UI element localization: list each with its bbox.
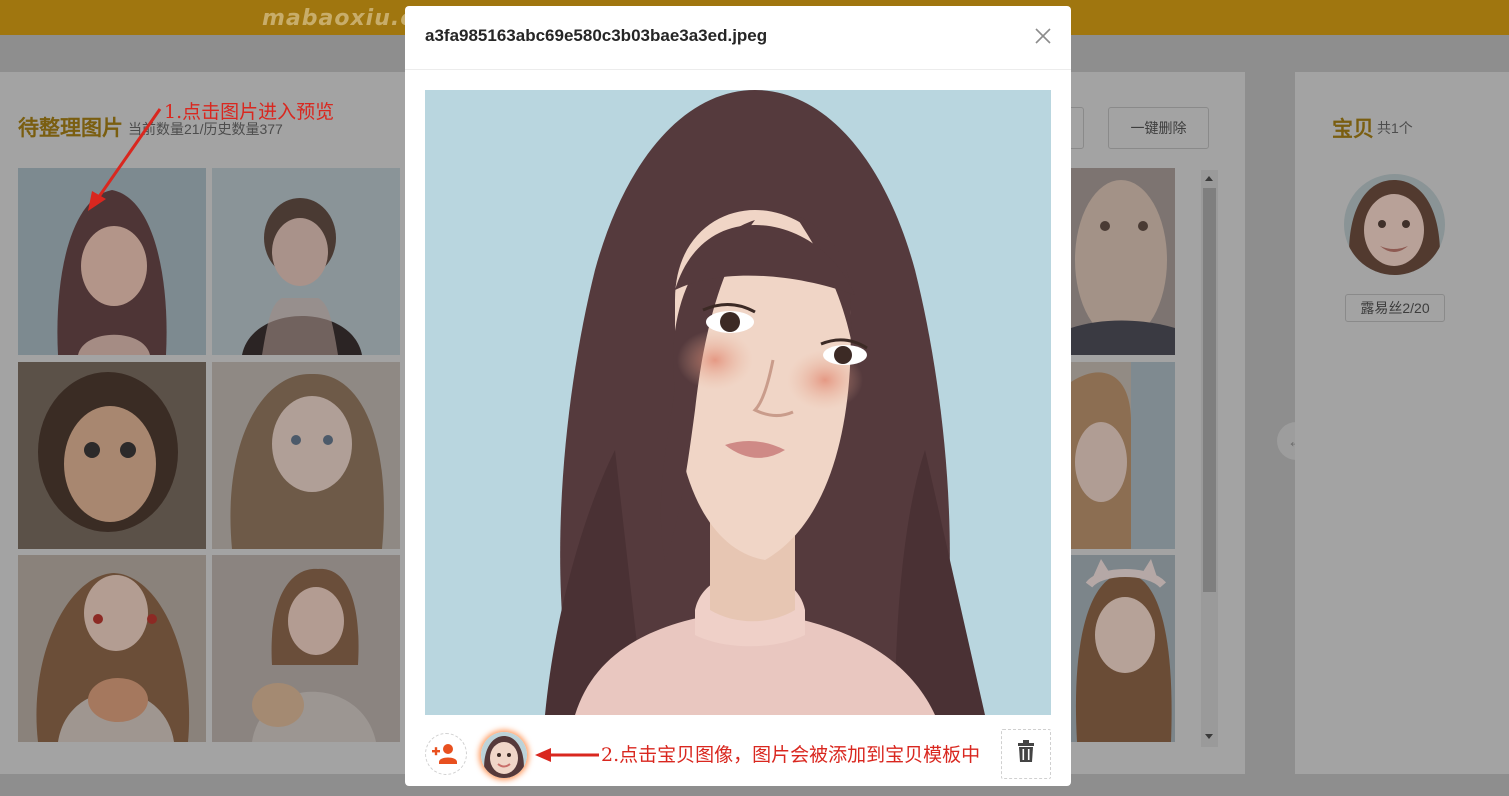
annotation-step1: 1.点击图片进入预览 xyxy=(164,101,335,123)
scroll-down-icon[interactable] xyxy=(1205,734,1213,739)
add-user-button[interactable] xyxy=(425,733,467,775)
close-icon[interactable] xyxy=(1031,24,1055,48)
baby-avatar-button[interactable] xyxy=(481,732,527,778)
modal-header: a3fa985163abc69e580c3b03bae3a3ed.jpeg xyxy=(405,6,1071,70)
photo-thumbnail[interactable] xyxy=(1071,555,1175,742)
photo-thumbnail[interactable] xyxy=(18,555,206,742)
one-click-delete-button[interactable]: 一键删除 xyxy=(1108,107,1209,149)
photo-thumbnail[interactable] xyxy=(1071,362,1175,549)
photo-thumbnail[interactable] xyxy=(212,168,400,355)
trash-icon xyxy=(1018,740,1034,762)
photo-thumbnail[interactable] xyxy=(1071,168,1175,355)
photo-thumbnail[interactable] xyxy=(212,362,400,549)
baby-avatar-large[interactable] xyxy=(1344,174,1445,275)
annotation-step2: 2.点击宝贝图像，图片会被添加到宝贝模板中 xyxy=(601,744,981,766)
preview-image xyxy=(425,90,1051,715)
baby-panel-title: 宝贝 xyxy=(1332,118,1374,141)
scroll-up-icon[interactable] xyxy=(1205,176,1213,181)
annotation-arrow-2 xyxy=(535,748,599,762)
modal-title: a3fa985163abc69e580c3b03bae3a3ed.jpeg xyxy=(425,26,768,45)
photo-thumbnail[interactable] xyxy=(18,362,206,549)
delete-button[interactable] xyxy=(1001,729,1051,779)
baby-panel-count: 共1个 xyxy=(1377,120,1413,136)
baby-name-tag[interactable]: 露易丝2/20 xyxy=(1345,294,1445,322)
add-user-icon xyxy=(432,744,457,764)
photo-thumbnail[interactable] xyxy=(212,555,400,742)
annotation-arrow-1 xyxy=(88,108,162,211)
grid-scrollbar-thumb[interactable] xyxy=(1203,188,1216,592)
image-preview-modal: a3fa985163abc69e580c3b03bae3a3ed.jpeg xyxy=(405,6,1071,786)
